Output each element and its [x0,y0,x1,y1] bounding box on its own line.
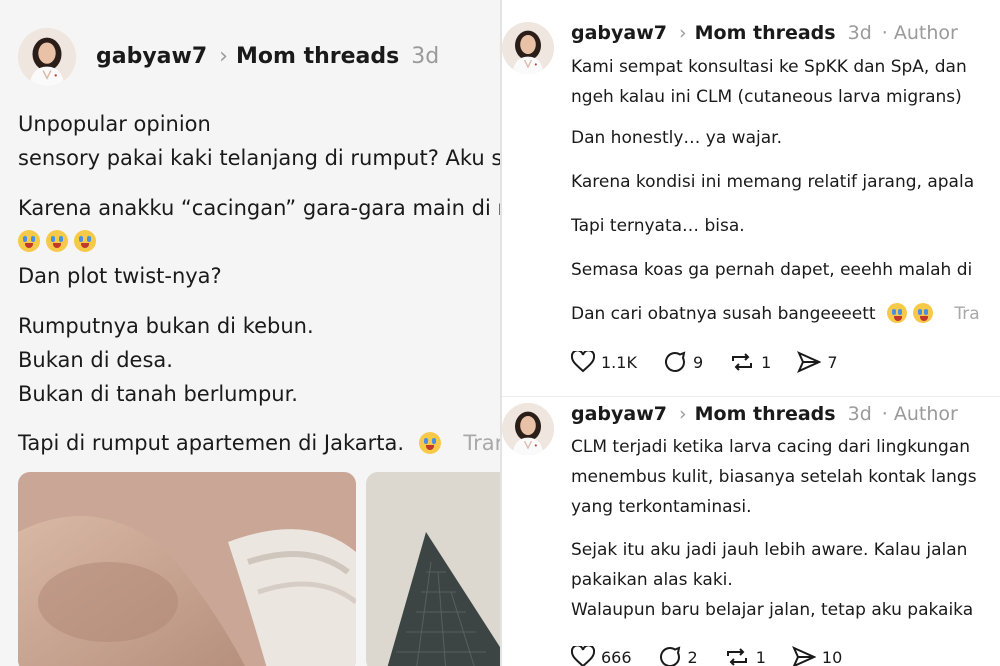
right-replies-panel: gabyaw7 › Mom threads 3d · Author Kami s… [502,0,1000,666]
username[interactable]: gabyaw7 [571,403,667,425]
community-name[interactable]: Mom threads [695,22,836,44]
reply-text-line: Tapi ternyata… bisa. [571,216,745,236]
reply-text-line: pakaikan alas kaki. [571,570,733,590]
post-text-line: Tapi di rumput apartemen di Jakarta. Tra… [18,431,500,455]
share-button[interactable]: 7 [797,351,838,373]
reply-text-line: Dan cari obatnya susah bangeeeett Tra [571,303,980,324]
avatar[interactable] [18,28,76,86]
author-badge: · Author [881,22,958,44]
reply-text-line: Dan honestly… ya wajar. [571,128,782,148]
left-post-panel: gabyaw7 › Mom threads 3d Unpopular opini… [0,0,500,666]
reply-text-line: ngeh kalau ini CLM (cutaneous larva migr… [571,87,962,107]
crying-face-icon [74,230,96,252]
post-text-line: Karena anakku “cacingan” gara-gara main … [18,196,500,220]
share-count: 7 [827,352,838,372]
reply-text-line: Walaupun baru belajar jalan, tetap aku p… [571,600,974,620]
post-age: 3d [847,403,872,425]
chevron-right-icon: › [679,403,687,425]
reply-button[interactable]: 2 [658,645,698,666]
repost-count: 1 [755,647,766,666]
post-text-line: Unpopular opinion [18,112,211,136]
reply-button[interactable]: 9 [663,350,703,374]
post-text-line: Bukan di desa. [18,348,173,372]
reply-text: Dan cari obatnya susah bangeeeett [571,304,876,324]
child-leg-photo[interactable] [18,472,356,666]
reply-text-line: yang terkontaminasi. [571,497,752,517]
reply-header: gabyaw7 › Mom threads 3d · Author [571,403,958,425]
crying-face-icon [418,432,441,454]
send-icon [791,646,816,666]
share-count: 10 [821,647,843,666]
avatar[interactable] [502,22,554,74]
translate-link[interactable]: Tra [954,304,979,324]
reply-divider [502,396,1000,397]
community-name[interactable]: Mom threads [236,44,399,69]
comment-icon [664,351,686,372]
grid-mat-photo[interactable] [366,472,500,666]
heart-icon [571,351,595,373]
repost-icon [726,648,747,666]
reply-text-line: Sejak itu aku jadi jauh lebih aware. Kal… [571,540,968,560]
username[interactable]: gabyaw7 [571,22,667,44]
comment-icon [659,646,680,666]
crying-face-icon [886,303,907,323]
chevron-right-icon: › [679,22,687,44]
like-count: 666 [601,647,632,666]
crying-face-icon [18,230,40,252]
reply-actions: 1.1K 9 1 7 [571,350,864,374]
share-button[interactable]: 10 [791,646,843,666]
crying-face-icon [46,230,68,252]
post-text-line: Rumputnya bukan di kebun. [18,314,314,338]
chevron-right-icon: › [219,44,228,69]
author-badge: · Author [881,403,958,425]
post-age: 3d [847,22,872,44]
reply-text-line: menembus kulit, biasanya setelah kontak … [571,467,977,487]
reply-text-line: Semasa koas ga pernah dapet, eeehh malah… [571,260,973,280]
reply-header: gabyaw7 › Mom threads 3d · Author [571,22,958,44]
post-text-line: sensory pakai kaki telanjang di rumput? … [18,146,500,170]
emoji-row [18,230,102,252]
heart-icon [571,646,595,666]
post-text-line: Bukan di tanah berlumpur. [18,382,298,406]
reply-text-line: Kami sempat konsultasi ke SpKK dan SpA, … [571,57,967,77]
repost-button[interactable]: 1 [729,350,771,374]
translate-link[interactable]: Trar [463,431,500,455]
post-text: Tapi di rumput apartemen di Jakarta. [18,431,405,455]
post-header: gabyaw7 › Mom threads 3d [96,44,439,69]
send-icon [797,351,822,373]
post-text-line: Dan plot twist-nya? [18,264,222,288]
crying-face-icon [912,303,933,323]
reply-count: 2 [687,647,698,666]
username[interactable]: gabyaw7 [96,44,207,69]
reply-text-line: CLM terjadi ketika larva cacing dari lin… [571,437,971,457]
like-count: 1.1K [601,352,637,372]
reply-text-line: Karena kondisi ini memang relatif jarang… [571,172,975,192]
repost-count: 1 [761,352,772,372]
reply-actions: 666 2 1 10 [571,645,868,666]
like-button[interactable]: 1.1K [571,351,637,373]
avatar[interactable] [502,403,554,455]
community-name[interactable]: Mom threads [695,403,836,425]
repost-icon [732,353,753,371]
post-age: 3d [411,44,440,69]
repost-button[interactable]: 1 [724,645,766,666]
reply-count: 9 [692,352,704,372]
like-button[interactable]: 666 [571,646,632,666]
